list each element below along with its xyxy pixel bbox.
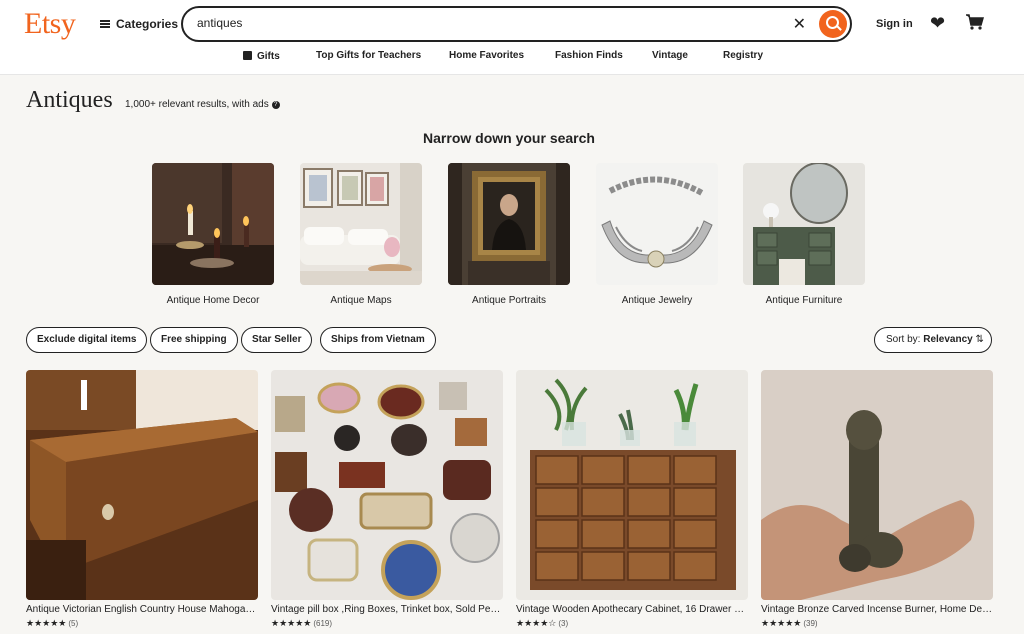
info-icon[interactable]: ? bbox=[271, 101, 280, 109]
product-title[interactable]: Vintage Wooden Apothecary Cabinet, 16 Dr… bbox=[516, 604, 748, 615]
product-rating: ★★★★★ (5) bbox=[26, 618, 258, 629]
product-title[interactable]: Vintage Bronze Carved Incense Burner, Ho… bbox=[761, 604, 993, 615]
filter-ships-from[interactable]: Ships from Vietnam bbox=[320, 327, 436, 353]
categories-label: Categories bbox=[116, 17, 179, 31]
sort-arrows-icon: ⇅ bbox=[975, 334, 984, 345]
sort-prefix: Sort by: bbox=[886, 334, 921, 345]
product-rating: ★★★★★ (39) bbox=[761, 618, 993, 629]
category-image bbox=[300, 163, 422, 285]
category-label: Antique Home Decor bbox=[166, 295, 260, 306]
review-count: (39) bbox=[803, 619, 818, 628]
star-rating-icon: ★★★★☆ bbox=[516, 618, 557, 628]
site-header: Etsy Categories ✕ Sign in ❤ Gifts Top Gi… bbox=[0, 0, 1024, 75]
product-image[interactable] bbox=[516, 370, 748, 600]
category-image bbox=[743, 163, 865, 285]
search-input[interactable] bbox=[197, 16, 757, 30]
etsy-logo[interactable]: Etsy bbox=[24, 7, 76, 41]
category-image bbox=[596, 163, 718, 285]
review-count: (3) bbox=[558, 619, 569, 628]
product-image[interactable] bbox=[271, 370, 503, 600]
category-label: Antique Jewelry bbox=[621, 295, 693, 306]
category-image bbox=[448, 163, 570, 285]
nav-item-fashion-finds[interactable]: Fashion Finds bbox=[555, 50, 623, 61]
product-rating: ★★★★★ (619) bbox=[271, 618, 503, 629]
nav-item-home-favorites[interactable]: Home Favorites bbox=[449, 50, 524, 61]
cart-icon[interactable] bbox=[965, 13, 985, 31]
review-count: (5) bbox=[68, 619, 79, 628]
product-card[interactable]: Vintage pill box ,Ring Boxes, Trinket bo… bbox=[271, 370, 503, 629]
sign-in-link[interactable]: Sign in bbox=[876, 18, 913, 30]
nav-item-registry[interactable]: Registry bbox=[723, 50, 763, 61]
product-title[interactable]: Vintage pill box ,Ring Boxes, Trinket bo… bbox=[271, 604, 503, 615]
close-icon[interactable]: ✕ bbox=[793, 14, 806, 34]
category-label: Antique Portraits bbox=[472, 295, 546, 306]
product-card[interactable]: Vintage Wooden Apothecary Cabinet, 16 Dr… bbox=[516, 370, 748, 629]
product-image[interactable] bbox=[26, 370, 258, 600]
category-card-maps[interactable]: Antique Maps bbox=[300, 163, 424, 306]
product-image[interactable] bbox=[761, 370, 993, 600]
category-nav: Gifts Top Gifts for Teachers Home Favori… bbox=[0, 50, 1024, 68]
filter-exclude-digital[interactable]: Exclude digital items bbox=[26, 327, 148, 353]
star-rating-icon: ★★★★★ bbox=[271, 618, 312, 628]
category-label: Antique Maps bbox=[330, 295, 392, 306]
categories-button[interactable]: Categories bbox=[100, 17, 178, 31]
star-rating-icon: ★★★★★ bbox=[761, 618, 802, 628]
result-count: 1,000+ relevant results, with ads? bbox=[125, 99, 280, 110]
category-card-furniture[interactable]: Antique Furniture bbox=[743, 163, 867, 306]
category-image bbox=[152, 163, 274, 285]
nav-item-gifts[interactable]: Gifts bbox=[243, 50, 280, 62]
nav-item-vintage[interactable]: Vintage bbox=[652, 50, 688, 61]
category-label: Antique Furniture bbox=[765, 295, 843, 306]
nav-item-top-gifts-teachers[interactable]: Top Gifts for Teachers bbox=[316, 50, 421, 61]
results-page: Antiques 1,000+ relevant results, with a… bbox=[0, 75, 1024, 634]
product-rating: ★★★★☆ (3) bbox=[516, 618, 748, 629]
narrow-search-heading: Narrow down your search bbox=[423, 130, 595, 146]
sort-dropdown[interactable]: Sort by: Relevancy ⇅ bbox=[874, 327, 992, 353]
menu-icon bbox=[100, 20, 110, 28]
category-card-home-decor[interactable]: Antique Home Decor bbox=[152, 163, 276, 306]
category-card-portraits[interactable]: Antique Portraits bbox=[448, 163, 572, 306]
category-card-jewelry[interactable]: Antique Jewelry bbox=[596, 163, 720, 306]
product-card[interactable]: Antique Victorian English Country House … bbox=[26, 370, 258, 629]
search-button[interactable] bbox=[819, 10, 847, 38]
filter-free-shipping[interactable]: Free shipping bbox=[150, 327, 238, 353]
sort-value: Relevancy bbox=[923, 334, 973, 345]
heart-icon[interactable]: ❤ bbox=[930, 13, 945, 34]
star-rating-icon: ★★★★★ bbox=[26, 618, 67, 628]
gift-icon bbox=[243, 51, 252, 60]
search-bar: ✕ bbox=[181, 6, 852, 42]
product-title[interactable]: Antique Victorian English Country House … bbox=[26, 604, 258, 615]
product-card[interactable]: Vintage Bronze Carved Incense Burner, Ho… bbox=[761, 370, 993, 629]
review-count: (619) bbox=[313, 619, 333, 628]
filter-star-seller[interactable]: Star Seller bbox=[241, 327, 313, 353]
page-title: Antiques bbox=[26, 87, 113, 113]
